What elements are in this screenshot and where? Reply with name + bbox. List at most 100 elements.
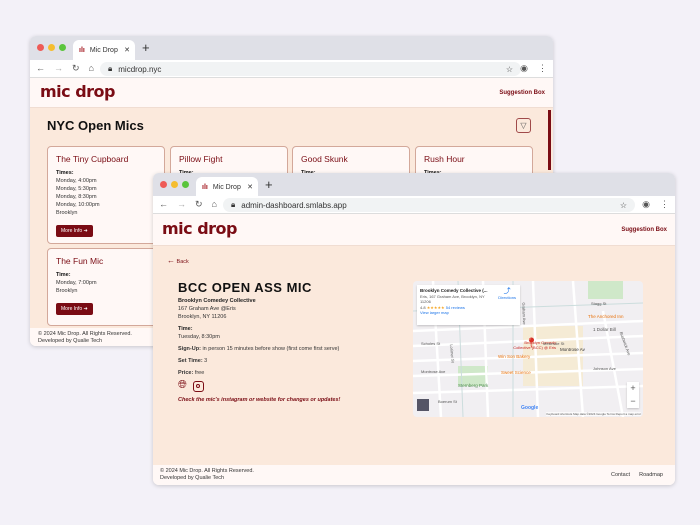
map-street-label: Boerum St <box>438 399 457 404</box>
close-window-button[interactable] <box>37 44 44 51</box>
tab-bar: ılı Mic Drop ✕ + <box>153 173 675 197</box>
map-street-label: Stagg St <box>591 301 607 306</box>
map-info-card: Brooklyn Comedy Collective (... Eris, 16… <box>417 285 520 325</box>
filter-button[interactable]: ▽ <box>516 118 531 133</box>
card-line: Brooklyn <box>56 288 78 294</box>
address-line-2: Brooklyn, NY 11206 <box>178 314 227 320</box>
logo[interactable]: mic drop <box>40 82 116 101</box>
card-line: Brooklyn <box>56 210 78 216</box>
home-icon[interactable]: ⌂ <box>212 199 217 210</box>
signup-value: in person 15 minutes before show (first … <box>200 346 340 352</box>
mic-card-title[interactable]: Good Skunk <box>301 155 401 164</box>
menu-kebab-icon[interactable]: ⋮ <box>660 199 669 210</box>
map-poi-label: Win Son Bakery <box>498 354 531 359</box>
suggestion-box-link[interactable]: Suggestion Box <box>499 90 545 96</box>
url-input[interactable]: 🔒︎ micdrop.nyc ☆ <box>100 62 521 76</box>
menu-kebab-icon[interactable]: ⋮ <box>538 63 547 74</box>
back-arrow-icon[interactable]: ← <box>36 63 45 74</box>
profile-icon[interactable]: ◉ <box>520 63 528 74</box>
map-attribution: Keyboard shortcuts Map data ©2024 Google… <box>546 412 641 416</box>
maximize-window-button[interactable] <box>182 181 189 188</box>
instagram-icon[interactable] <box>192 381 204 392</box>
map-street-label: Johnson Ave <box>593 366 616 371</box>
price-value: free <box>193 370 205 376</box>
front-browser-window: ılı Mic Drop ✕ + ← → ↻ ⌂ 🔒︎ admin-dashboard.sm… <box>153 173 675 485</box>
reload-icon[interactable]: ↻ <box>72 63 80 74</box>
view-larger-map-link[interactable]: View larger map <box>420 310 517 316</box>
card-line: Monday, 7:00pm <box>56 280 97 286</box>
forward-arrow-icon[interactable]: → <box>54 63 63 74</box>
scrollbar[interactable] <box>548 110 551 170</box>
reload-icon[interactable]: ↻ <box>195 199 203 210</box>
lock-icon: 🔒︎ <box>231 200 236 209</box>
close-tab-icon[interactable]: ✕ <box>124 46 130 54</box>
mic-title: BCC OPEN ASS MIC <box>178 280 312 295</box>
map-street-label: Meserole St <box>543 341 565 346</box>
new-tab-button[interactable]: + <box>142 40 150 55</box>
url-input[interactable]: 🔒︎ admin-dashboard.smlabs.app ☆ <box>223 198 635 212</box>
browser-tab[interactable]: ılı Mic Drop ✕ <box>196 177 258 197</box>
card-line: Monday, 5:30pm <box>56 186 97 192</box>
minimize-window-button[interactable] <box>48 44 55 51</box>
zoom-out-button[interactable]: − <box>627 395 639 408</box>
website-globe-icon[interactable]: 🌐︎ <box>178 380 187 392</box>
google-map[interactable]: Brooklyn Comedy Collective (... Eris, 16… <box>413 281 643 417</box>
more-info-button[interactable]: More Info ➜ <box>56 303 93 315</box>
map-rating: 4.8 <box>420 304 426 310</box>
forward-arrow-icon[interactable]: → <box>177 199 186 210</box>
street-view-thumbnail[interactable] <box>417 399 429 411</box>
close-tab-icon[interactable]: ✕ <box>247 183 253 191</box>
map-street-label: Graham Ave <box>521 302 527 325</box>
logo[interactable]: mic drop <box>162 219 238 238</box>
google-logo: Google <box>521 405 539 411</box>
rating-stars: ★★★★★ <box>426 304 445 310</box>
suggestion-box-link[interactable]: Suggestion Box <box>621 227 667 233</box>
mic-card-title[interactable]: Pillow Fight <box>179 155 279 164</box>
directions-button[interactable]: ⤴ Directions <box>498 288 516 300</box>
mic-favicon-icon: ılı <box>202 183 208 191</box>
map-address: Eris, 167 Graham Ave, Brooklyn, NY 11206 <box>420 293 485 305</box>
maximize-window-button[interactable] <box>59 44 66 51</box>
map-station-label: Montrose Av <box>560 347 585 352</box>
tab-title: Mic Drop <box>212 183 241 191</box>
signup-label: Sign-Up: <box>178 346 201 352</box>
browser-tab[interactable]: ılı Mic Drop ✕ <box>73 40 135 60</box>
zoom-in-button[interactable]: + <box>627 382 639 395</box>
card-line: Monday, 8:30pm <box>56 194 97 200</box>
directions-label: Directions <box>498 294 516 300</box>
time-value: Tuesday, 8:30pm <box>178 334 220 340</box>
page-title: NYC Open Mics <box>47 118 144 133</box>
mic-card-title[interactable]: The Tiny Cupboard <box>56 155 156 164</box>
park-area <box>588 281 623 299</box>
back-arrow-icon: ← <box>167 256 175 265</box>
times-label: Time: <box>56 272 71 278</box>
back-arrow-icon[interactable]: ← <box>159 199 168 210</box>
profile-icon[interactable]: ◉ <box>642 199 650 210</box>
home-icon[interactable]: ⌂ <box>89 63 94 74</box>
new-tab-button[interactable]: + <box>265 177 273 192</box>
back-link[interactable]: ← Back <box>167 256 189 265</box>
contact-link[interactable]: Contact <box>611 472 630 479</box>
reviews-link[interactable]: 54 reviews <box>446 305 465 310</box>
mic-favicon-icon: ılı <box>79 46 85 54</box>
minimize-window-button[interactable] <box>171 181 178 188</box>
map-poi-label: The Anchored Inn <box>588 314 624 319</box>
address-bar-row: ← → ↻ ⌂ 🔒︎ micdrop.nyc ☆ ◉ ⋮ <box>30 60 553 78</box>
map-poi-label: Sweet Science <box>501 370 531 375</box>
developer-credit: Developed by Qualie Tech <box>160 475 225 481</box>
address-line-1: 167 Graham Ave @Eris <box>178 306 236 312</box>
bookmark-star-icon[interactable]: ☆ <box>506 65 513 74</box>
more-info-button[interactable]: More Info ➜ <box>56 225 93 237</box>
price-label: Price: <box>178 370 194 376</box>
mic-card-title[interactable]: Rush Hour <box>424 155 524 164</box>
map-park-label: Sternberg Park <box>458 383 489 388</box>
roadmap-link[interactable]: Roadmap <box>639 472 663 479</box>
map-street-label: Montrose Ave <box>421 369 446 374</box>
time-label: Time: <box>178 326 193 332</box>
mic-card-title[interactable]: The Fun Mic <box>56 257 156 266</box>
mic-card: The Fun Mic Time: Monday, 7:00pm Brooklyn Mo… <box>47 248 165 326</box>
bookmark-star-icon[interactable]: ☆ <box>620 201 627 210</box>
close-window-button[interactable] <box>160 181 167 188</box>
site-header: mic drop Suggestion Box <box>30 78 553 108</box>
map-pin-icon[interactable]: 📍︎ <box>525 338 538 349</box>
